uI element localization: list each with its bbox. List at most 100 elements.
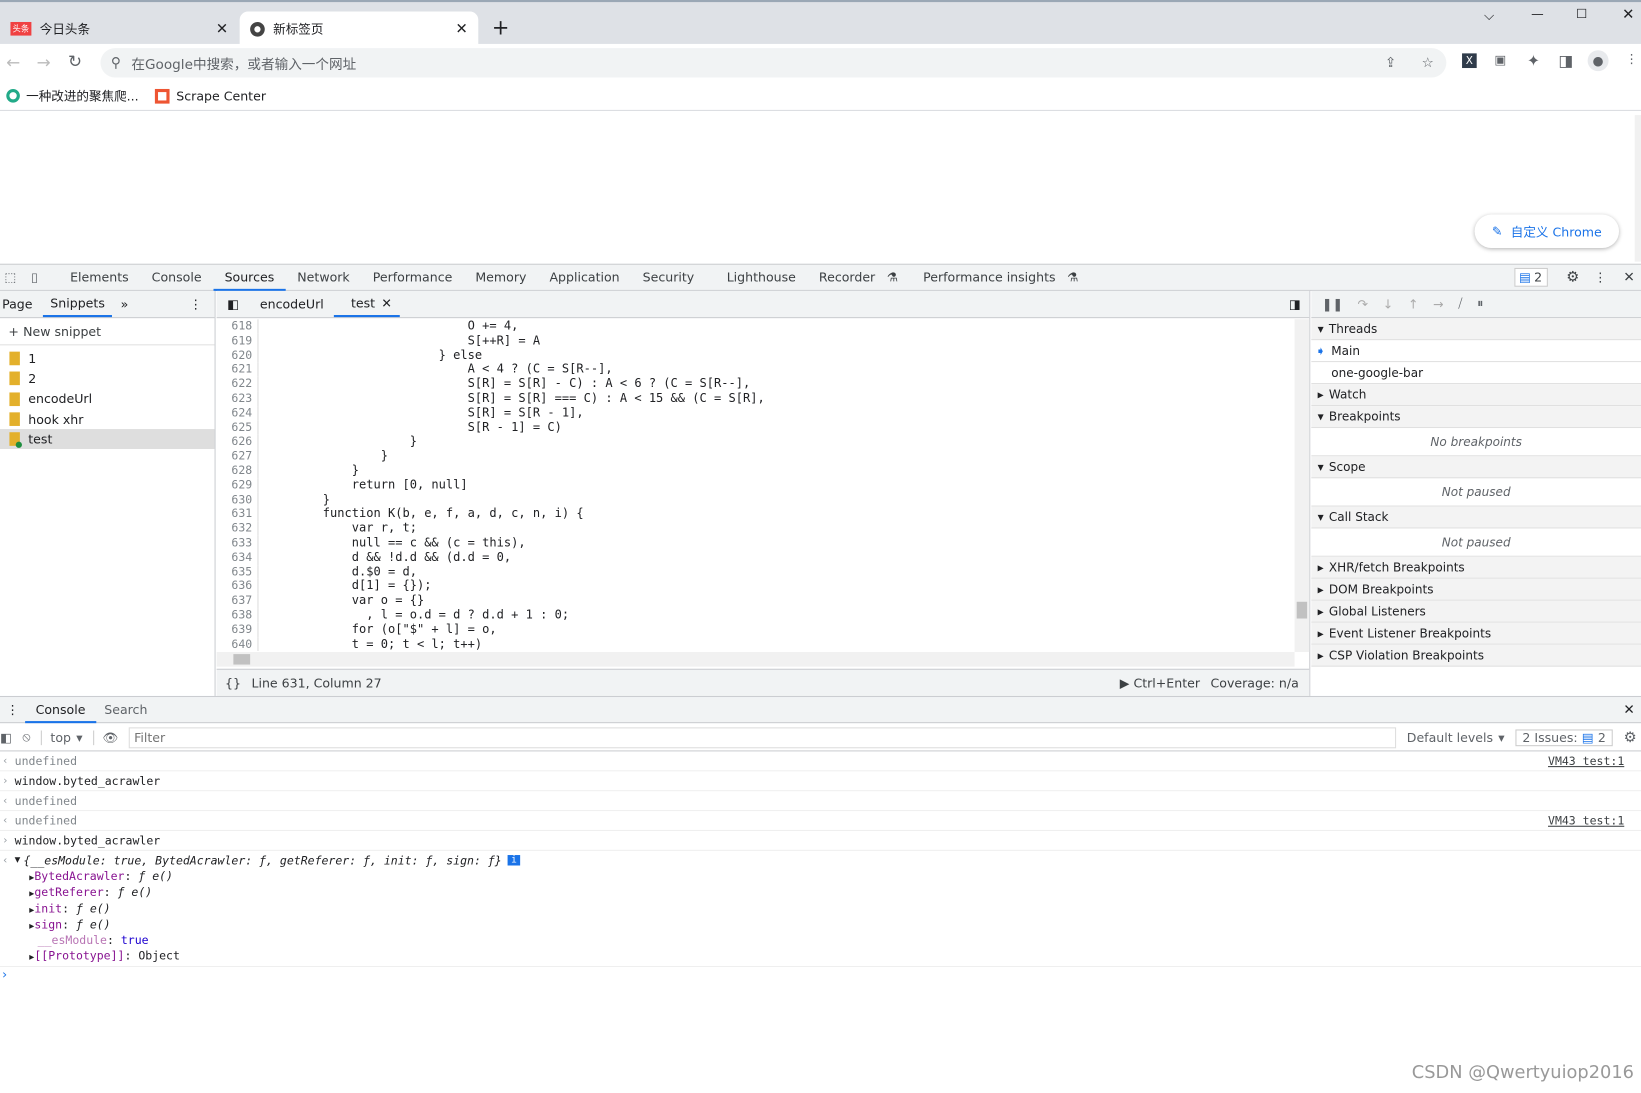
tab-application[interactable]: Application — [538, 264, 631, 290]
toggle-debugger-icon[interactable]: ◨ — [1289, 297, 1301, 312]
tab-recorder[interactable]: Recorder — [807, 264, 886, 290]
bookmark-item[interactable]: 一种改进的聚焦爬... — [6, 87, 139, 105]
code-line[interactable]: 621 A < 4 ? (C = S[R--], — [217, 362, 1295, 377]
settings-gear-icon[interactable]: ⚙ — [1566, 269, 1579, 286]
line-number[interactable]: 631 — [217, 507, 252, 521]
issues-badge[interactable]: ▤ 2 — [1513, 267, 1548, 287]
code-line[interactable]: 619 S[++R] = A — [217, 333, 1295, 349]
log-levels-dropdown[interactable]: Default levels ▾ — [1407, 730, 1505, 745]
nav-tab-page[interactable]: Page — [0, 297, 39, 312]
drawer-menu-icon[interactable]: ⋮ — [0, 702, 25, 717]
line-number[interactable]: 637 — [217, 594, 252, 608]
snippet-item[interactable]: encodeUrl — [0, 389, 215, 409]
code-line[interactable]: 630 } — [217, 492, 1295, 507]
code-line[interactable]: 625 S[R - 1] = C) — [217, 419, 1295, 435]
code-line[interactable]: 633 null == c && (c = this), — [217, 535, 1295, 551]
console-issues-button[interactable]: 2 Issues: ▤ 2 — [1515, 728, 1614, 746]
omnibox[interactable]: ⚲ 在Google中搜索，或者输入一个网址 ⇪ ☆ — [100, 48, 1447, 78]
code-line[interactable]: 636 d[1] = {}); — [217, 578, 1295, 594]
breakpoints-section[interactable]: ▾ Breakpoints — [1311, 406, 1641, 429]
show-sidebar-icon[interactable]: ◧ — [0, 730, 12, 745]
step-over-icon[interactable]: ↷ — [1358, 297, 1369, 312]
page-scrollbar[interactable] — [1634, 115, 1641, 262]
line-number[interactable]: 619 — [217, 334, 252, 348]
line-number[interactable]: 640 — [217, 637, 252, 651]
new-tab-button[interactable]: + — [492, 15, 510, 40]
tab-lighthouse[interactable]: Lighthouse — [706, 264, 808, 290]
line-number[interactable]: 618 — [217, 319, 252, 333]
line-number[interactable]: 638 — [217, 608, 252, 622]
console-settings-gear-icon[interactable]: ⚙ — [1624, 729, 1637, 746]
code-line[interactable]: 631 function K(b, e, f, a, d, c, n, i) { — [217, 506, 1295, 522]
extensions-puzzle-icon[interactable]: ✦ — [1527, 51, 1540, 70]
editor-horizontal-scrollbar[interactable] — [216, 652, 1295, 667]
code-line[interactable]: 638 , l = o.d = d ? d.d + 1 : 0; — [217, 607, 1295, 623]
code-line[interactable]: 640 t = 0; t < l; t++) — [217, 636, 1295, 652]
line-number[interactable]: 635 — [217, 565, 252, 579]
pause-on-exceptions-icon[interactable]: ⏸ — [1477, 296, 1483, 312]
snippet-item[interactable]: 2 — [0, 369, 215, 389]
close-devtools-icon[interactable]: ✕ — [1623, 269, 1634, 285]
new-snippet-button[interactable]: + New snippet — [0, 318, 215, 346]
more-tabs-icon[interactable]: » — [112, 297, 129, 312]
nav-tab-snippets[interactable]: Snippets — [42, 291, 113, 318]
forward-button[interactable]: → — [37, 52, 51, 72]
tab-performance[interactable]: Performance — [361, 264, 464, 290]
customize-chrome-button[interactable]: ✎ 自定义 Chrome — [1474, 214, 1620, 249]
code-line[interactable]: 620 } else — [217, 347, 1295, 363]
tab-search-icon[interactable]: ⌵ — [1484, 8, 1494, 24]
close-tab-icon[interactable]: ✕ — [456, 20, 468, 37]
tab-sources[interactable]: Sources — [213, 264, 286, 291]
line-number[interactable]: 621 — [217, 363, 252, 377]
tab-security[interactable]: Security — [631, 264, 706, 290]
line-number[interactable]: 624 — [217, 406, 252, 420]
debugger-section[interactable]: ▸ XHR/fetch Breakpoints — [1311, 556, 1641, 579]
browser-tab-newtab[interactable]: 新标签页 ✕ — [239, 11, 479, 47]
object-property[interactable]: ▶[[Prototype]]: Object — [0, 950, 1641, 966]
minimize-button[interactable]: — — [1531, 6, 1544, 21]
source-link[interactable]: VM43 test:1 — [1548, 754, 1624, 768]
code-line[interactable]: 634 d && !d.d && (d.d = 0, — [217, 549, 1295, 565]
line-number[interactable]: 636 — [217, 579, 252, 593]
tab-elements[interactable]: Elements — [59, 264, 141, 290]
line-number[interactable]: 620 — [217, 348, 252, 362]
drawer-tab-search[interactable]: Search — [96, 702, 156, 717]
run-snippet-button[interactable]: ▶ Ctrl+Enter — [1120, 676, 1200, 691]
code-line[interactable]: 622 S[R] = S[R] - C) : A < 6 ? (C = S[R-… — [217, 376, 1295, 392]
pause-icon[interactable]: ❚❚ — [1322, 297, 1343, 312]
snippet-item[interactable]: test — [0, 429, 215, 450]
debugger-section[interactable]: ▸ DOM Breakpoints — [1311, 578, 1641, 601]
object-property[interactable]: __esModule: true — [0, 934, 1641, 950]
step-icon[interactable]: → — [1433, 297, 1444, 312]
extension-x-icon[interactable]: X — [1462, 53, 1477, 69]
back-button[interactable]: ← — [6, 52, 20, 72]
code-line[interactable]: 635 d.$0 = d, — [217, 564, 1295, 580]
call-stack-section[interactable]: ▾ Call Stack — [1311, 506, 1641, 529]
inspect-element-icon[interactable]: ⬚ — [0, 270, 21, 285]
line-number[interactable]: 632 — [217, 521, 252, 535]
menu-icon[interactable]: ⋮ — [1625, 51, 1638, 66]
line-number[interactable]: 623 — [217, 391, 252, 405]
object-property[interactable]: ▶init: ƒ e() — [0, 902, 1641, 918]
deactivate-breakpoints-icon[interactable]: ⧸ — [1458, 296, 1462, 312]
live-expression-eye-icon[interactable]: 👁 — [93, 729, 118, 745]
object-property[interactable]: ▶getReferer: ƒ e() — [0, 886, 1641, 902]
code-line[interactable]: 618 O += 4, — [217, 319, 1295, 334]
step-into-icon[interactable]: ↓ — [1383, 297, 1394, 312]
tab-memory[interactable]: Memory — [464, 264, 538, 290]
line-number[interactable]: 622 — [217, 377, 252, 391]
share-icon[interactable]: ⇪ — [1385, 55, 1396, 71]
browser-tab-toutiao[interactable]: 头条 今日头条 ✕ — [0, 12, 239, 47]
line-number[interactable]: 633 — [217, 536, 252, 550]
extension-icon[interactable]: ▣ — [1494, 52, 1506, 67]
code-editor[interactable]: 618 O += 4, 619 S[++R] = A 620 } else 621 A… — [217, 319, 1295, 652]
console-prompt[interactable]: › — [0, 965, 1641, 985]
object-summary-row[interactable]: ‹ ▼ {__esModule: true, BytedAcrawler: ƒ, g… — [0, 851, 1641, 870]
line-number[interactable]: 627 — [217, 449, 252, 463]
reload-button[interactable]: ↻ — [68, 51, 82, 71]
more-options-icon[interactable]: ⋮ — [1594, 270, 1607, 285]
tab-console[interactable]: Console — [140, 264, 213, 290]
line-number[interactable]: 625 — [217, 420, 252, 434]
watch-section[interactable]: ▸ Watch — [1311, 384, 1641, 407]
scope-section[interactable]: ▾ Scope — [1311, 456, 1641, 479]
